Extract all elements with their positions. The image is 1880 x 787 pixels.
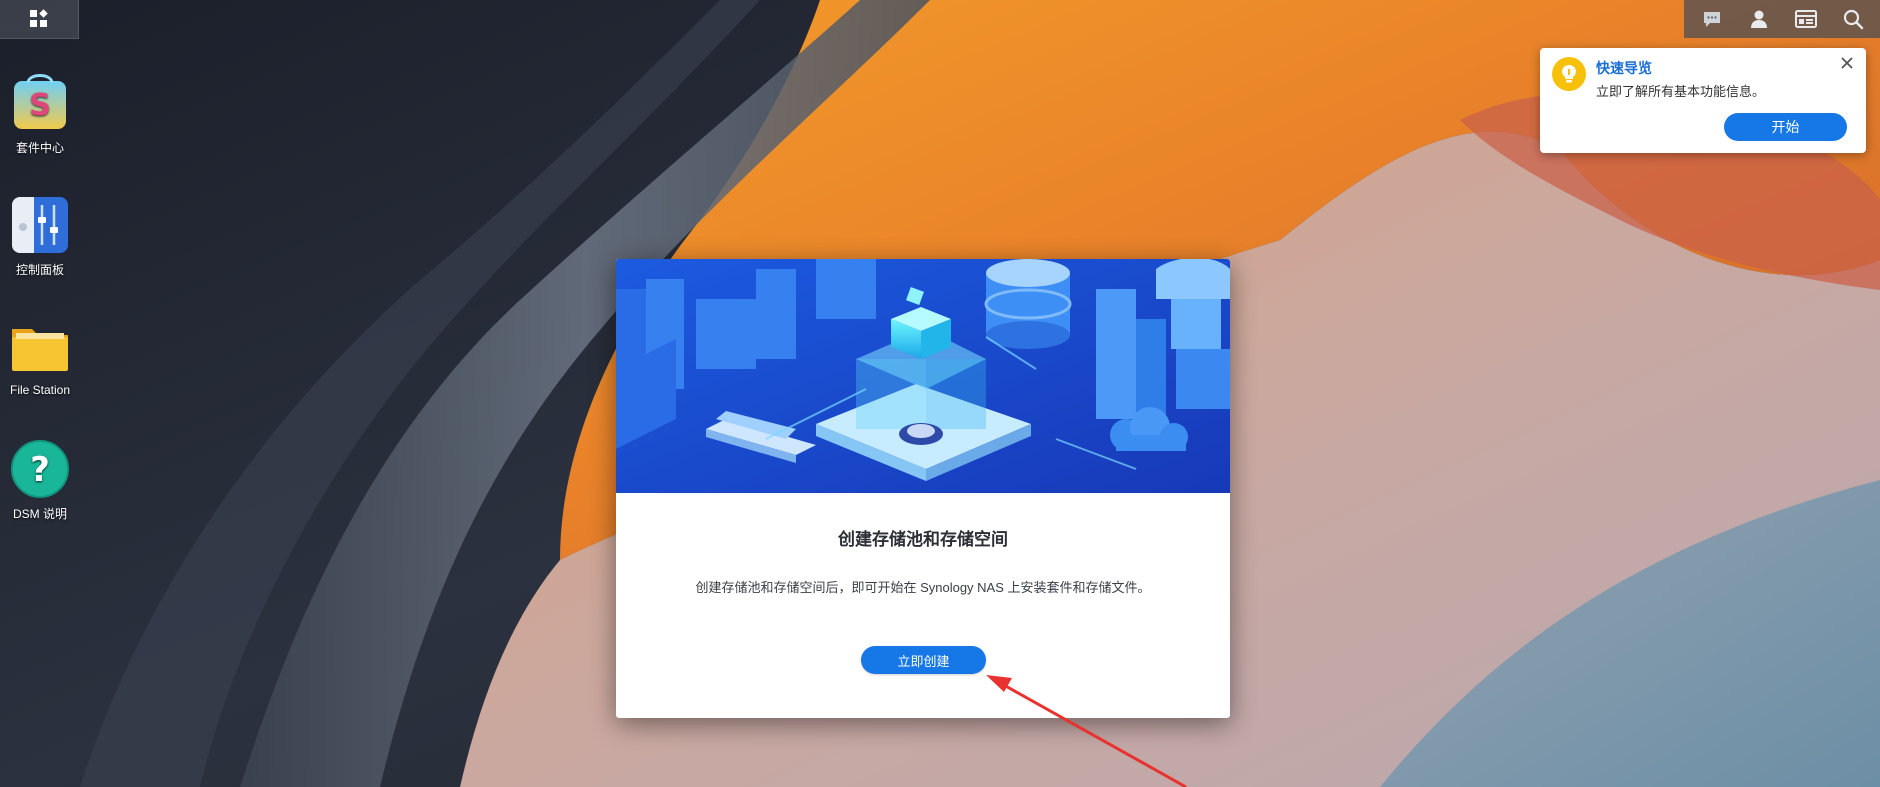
notification-icon[interactable] [1697,4,1727,34]
quick-guide-start-button[interactable]: 开始 [1724,113,1847,141]
shortcut-dsm-help[interactable]: ? DSM 说明 [0,437,80,522]
create-storage-dialog: 创建存储池和存储空间 创建存储池和存储空间后，即可开始在 Synology NA… [616,259,1230,718]
storage-illustration-banner [616,259,1230,493]
main-menu-icon [30,9,48,27]
lightbulb-icon [1552,57,1586,91]
shortcut-label: File Station [9,383,71,397]
user-icon[interactable] [1744,4,1774,34]
dialog-title: 创建存储池和存储空间 [838,530,1008,549]
main-menu-button[interactable] [0,0,79,39]
shortcut-package-center[interactable]: S 套件中心 [0,71,80,156]
shortcut-file-station[interactable]: File Station [0,315,80,397]
widgets-icon[interactable] [1791,4,1821,34]
quick-guide-popup: 快速导览 立即了解所有基本功能信息。 开始 [1540,48,1866,153]
svg-text:?: ? [30,450,50,490]
help-icon: ? [11,440,69,498]
close-icon[interactable] [1838,54,1856,72]
quick-guide-title: 快速导览 [1596,60,1652,76]
control-panel-icon [12,197,68,253]
shortcut-label: DSM 说明 [12,507,67,521]
shortcut-label: 套件中心 [15,141,64,155]
svg-text:S: S [29,88,51,123]
shortcut-control-panel[interactable]: 控制面板 [0,193,80,278]
package-center-icon: S [14,74,66,129]
quick-guide-description: 立即了解所有基本功能信息。 [1596,84,1766,99]
shortcut-label: 控制面板 [15,263,64,277]
search-icon[interactable] [1838,4,1868,34]
folder-icon [12,329,68,371]
system-tray [1684,0,1880,38]
dialog-description: 创建存储池和存储空间后，即可开始在 Synology NAS 上安装套件和存储文… [695,580,1151,595]
create-now-button[interactable]: 立即创建 [861,646,986,674]
